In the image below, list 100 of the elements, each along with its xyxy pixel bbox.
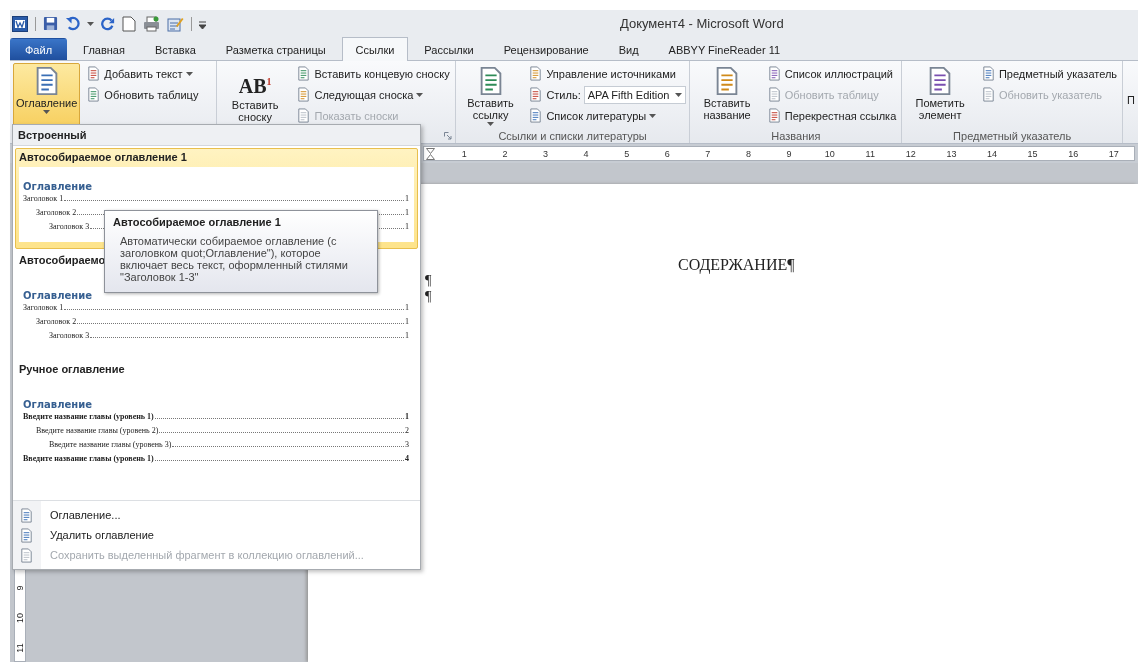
- document-icon: [19, 527, 34, 543]
- group-label: Названия: [771, 130, 821, 142]
- ribbon-button[interactable]: Перекрестная ссылка: [764, 106, 899, 125]
- document-heading: СОДЕРЖАНИЕ¶: [678, 256, 795, 274]
- ruler-number: 8: [744, 148, 752, 159]
- gallery-title: Ручное оглавление: [19, 363, 125, 375]
- ribbon-button[interactable]: Вставить ссылку: [458, 63, 523, 129]
- ruler-number: 1: [460, 148, 468, 159]
- page-number: 1: [405, 317, 409, 326]
- ruler-number: 12: [904, 148, 917, 159]
- document-icon: [980, 87, 996, 102]
- customize-toolbar-icon[interactable]: [199, 18, 206, 29]
- document-icon: [766, 108, 782, 123]
- page-number: 3: [405, 440, 409, 449]
- ruler-number: 5: [623, 148, 631, 159]
- page-number: 4: [405, 454, 409, 463]
- page-number: 1: [405, 412, 409, 421]
- ribbon-tab[interactable]: Рецензирование: [489, 38, 603, 60]
- page-number: 1: [405, 222, 409, 231]
- ruler-number: 2: [501, 148, 509, 159]
- toc-entry: Заголовок 1: [23, 194, 64, 203]
- ribbon-tab[interactable]: Вид: [604, 38, 653, 60]
- ribbon-button[interactable]: Следующая сноска: [294, 85, 452, 104]
- paragraph-mark: ¶: [425, 289, 432, 305]
- ribbon-button[interactable]: Добавить текст: [84, 64, 201, 83]
- ribbon-button[interactable]: Обновить таблицу: [84, 85, 201, 104]
- document-icon: [296, 66, 312, 81]
- document-icon: [296, 87, 312, 102]
- ruler-number: 17: [1107, 148, 1120, 159]
- page-number: 1: [405, 208, 409, 217]
- ruler-number: 9: [15, 585, 25, 591]
- window-title: Документ4 - Microsoft Word: [620, 16, 784, 31]
- print-icon[interactable]: [143, 15, 160, 32]
- ribbon-button[interactable]: Список иллюстраций: [764, 64, 899, 83]
- ribbon-tab[interactable]: ABBYY FineReader 11: [654, 38, 795, 60]
- page-number: 2: [405, 426, 409, 435]
- caret-icon: [185, 71, 193, 76]
- document-icon: [19, 507, 34, 523]
- toc-entry: Заголовок 2: [36, 317, 77, 326]
- page-number: 1: [405, 331, 409, 340]
- indent-marker-icon[interactable]: [426, 147, 435, 160]
- new-document-icon[interactable]: [122, 15, 136, 32]
- ribbon-button[interactable]: Предметный указатель: [978, 64, 1120, 83]
- ribbon-tab[interactable]: Ссылки: [341, 37, 409, 61]
- gallery-title: Автособираемо: [19, 254, 106, 266]
- ruler-number: 11: [15, 643, 25, 653]
- ribbon-tab[interactable]: Вставка: [140, 38, 210, 60]
- ruler-number: 13: [945, 148, 958, 159]
- document-icon: [19, 547, 34, 563]
- ribbon-tab[interactable]: Рассылки: [410, 38, 488, 60]
- document-icon: [980, 66, 996, 81]
- ribbon-tab[interactable]: Разметка страницы: [211, 38, 340, 60]
- ruler-number: 7: [704, 148, 712, 159]
- menu-item[interactable]: Оглавление...: [13, 505, 420, 525]
- preview-heading: Оглавление: [23, 399, 93, 410]
- save-icon[interactable]: [43, 16, 58, 31]
- toc-entry: Заголовок 3: [49, 331, 90, 340]
- ribbon-button[interactable]: Управление источниками: [526, 64, 687, 83]
- undo-icon[interactable]: [65, 16, 80, 31]
- document-icon: [528, 87, 544, 102]
- word-logo-icon[interactable]: [12, 15, 28, 32]
- gallery-title: Автособираемое оглавление 1: [19, 151, 187, 163]
- redo-icon[interactable]: [101, 16, 115, 31]
- ribbon-button[interactable]: Пометить элемент: [905, 63, 975, 129]
- page-number: 1: [405, 303, 409, 312]
- group-label: Предметный указатель: [953, 130, 1072, 142]
- document-icon: [86, 87, 102, 102]
- ruler-number: 15: [1026, 148, 1039, 159]
- ribbon-button[interactable]: Вставить концевую сноску: [294, 64, 452, 83]
- document-icon: [86, 66, 102, 81]
- file-tab[interactable]: Файл: [10, 38, 68, 60]
- group-label: Ссылки и списки литературы: [498, 130, 647, 142]
- style-label: Стиль:: [546, 88, 581, 101]
- caret-icon: [43, 110, 51, 114]
- ruler-number: 3: [541, 148, 549, 159]
- toc-entry: Введите название главы (уровень 3): [49, 440, 172, 449]
- menu-item[interactable]: Удалить оглавление: [13, 525, 420, 545]
- caret-icon: [87, 21, 94, 26]
- document-icon: [766, 66, 782, 81]
- ribbon-button[interactable]: Вставить название: [693, 63, 761, 129]
- ruler-number: 10: [823, 148, 836, 159]
- ruler-number: 4: [582, 148, 590, 159]
- ribbon-button[interactable]: Список литературы: [526, 106, 687, 125]
- paragraph-mark: ¶: [425, 273, 432, 289]
- caret-icon: [649, 113, 657, 118]
- document-icon: [528, 66, 544, 81]
- dialog-launcher-icon[interactable]: [443, 132, 452, 140]
- toc-entry: Введите название главы (уровень 2): [36, 426, 159, 435]
- style-dropdown[interactable]: APA Fifth Edition: [583, 85, 687, 104]
- ribbon-button-label[interactable]: П: [1126, 64, 1135, 106]
- ruler-number: 14: [986, 148, 998, 159]
- toc-entry: Заголовок 2: [36, 208, 77, 217]
- toc-entry: Введите название главы (уровень 1): [23, 454, 154, 463]
- ribbon-tab[interactable]: Главная: [69, 38, 139, 60]
- toc-entry: Заголовок 3: [49, 222, 90, 231]
- ruler-number: 16: [1067, 148, 1080, 159]
- toc-entry: Заголовок 1: [23, 303, 64, 312]
- menu-header: Встроенный: [13, 125, 420, 146]
- page-number: 1: [405, 194, 409, 203]
- ruler-number: 10: [15, 613, 25, 623]
